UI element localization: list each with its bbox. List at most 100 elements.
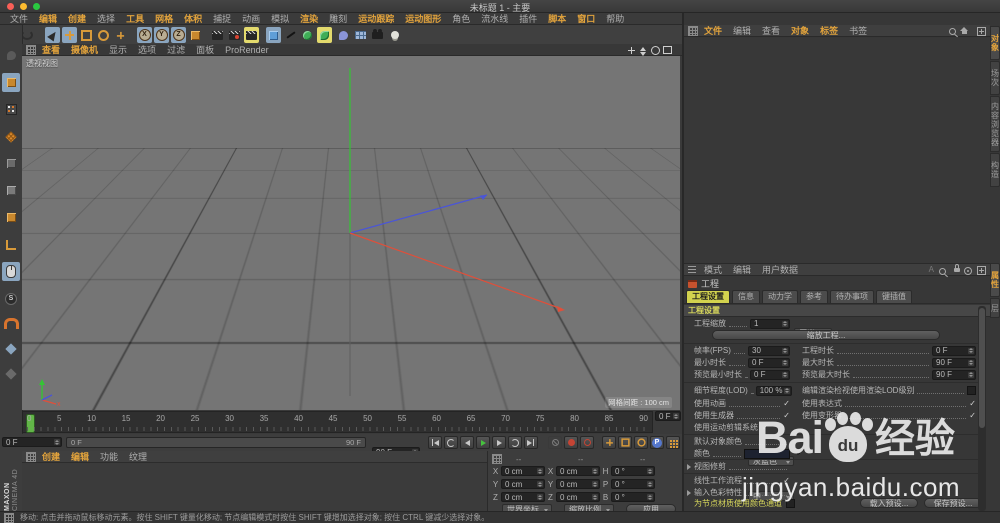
play-button[interactable] [476,436,490,449]
om-menu-objects[interactable]: 对象 [791,24,809,37]
light-icon[interactable] [387,27,402,43]
mat-menu-create[interactable]: 创建 [42,450,60,463]
pos-z-field[interactable]: 0 cm [501,492,545,502]
side-tab-takes[interactable]: 场次 [990,61,1000,95]
menu-plugins[interactable]: 插件 [519,12,537,25]
viewport-panel-icon[interactable] [26,44,36,55]
render-picture-viewer-icon[interactable] [227,27,242,43]
node-color-checkbox[interactable] [786,499,795,508]
input-profile-expander[interactable] [687,490,691,496]
side-tab-structure[interactable]: 构造 [990,153,1000,187]
tab-referencing[interactable]: 参考 [800,290,828,303]
mat-menu-function[interactable]: 功能 [100,450,118,463]
add-cube-icon[interactable] [266,27,281,43]
use-expressions-check[interactable]: ✓ [969,399,976,408]
side-tab-content-browser[interactable]: 内容浏览器 [990,96,1000,152]
menu-select[interactable]: 选择 [97,12,115,25]
menu-simulate[interactable]: 模拟 [271,12,289,25]
menu-render[interactable]: 渲染 [300,12,318,25]
tab-project-settings[interactable]: 工程设置 [686,290,730,303]
rot-h-field[interactable]: 0 ° [611,466,655,476]
menu-edit[interactable]: 编辑 [39,12,57,25]
menu-window[interactable]: 窗口 [577,12,595,25]
save-preset-button[interactable]: 保存预设... [924,498,982,508]
max-time-field[interactable]: 90 F [932,357,976,368]
environment-icon[interactable] [353,27,368,43]
viewport-pan-icon[interactable] [626,45,636,55]
lock-x-axis-icon[interactable]: X [137,27,152,43]
key-pla-toggle[interactable] [666,436,680,449]
color-swatch[interactable] [744,448,790,459]
project-length-field[interactable]: 0 F [932,345,976,356]
attribute-scrollbar[interactable] [978,306,986,511]
am-target-icon[interactable] [964,267,972,275]
use-motion-system-check[interactable]: ✓ [762,423,769,432]
last-tool-icon[interactable] [113,27,128,43]
object-manager-list[interactable] [684,38,990,263]
loop-button[interactable] [508,436,522,449]
menu-help[interactable]: 帮助 [606,12,624,25]
key-scale-toggle[interactable] [618,436,632,449]
menu-sculpt[interactable]: 雕刻 [329,12,347,25]
om-menu-edit[interactable]: 编辑 [733,24,751,37]
timeline-ruler[interactable]: 0 5 10 15 20 25 30 35 40 45 50 55 60 65 70 75 80 85 … [22,411,653,433]
fps-field[interactable]: 30 [748,345,790,356]
move-tool-icon[interactable] [62,27,77,43]
am-menu-edit[interactable]: 编辑 [733,263,751,276]
workplane-mode-icon[interactable] [2,127,20,146]
vp-menu-panel[interactable]: 面板 [196,43,214,56]
pos-x-field[interactable]: 0 cm [501,466,545,476]
record-keyframe-button[interactable] [564,436,578,449]
scale-tool-icon[interactable] [79,27,94,43]
size-z-field[interactable]: 0 cm [556,492,600,502]
mat-menu-texture[interactable]: 纹理 [129,450,147,463]
am-search-icon[interactable] [939,268,946,275]
next-frame-button[interactable] [492,436,506,449]
om-add-icon[interactable] [977,27,986,36]
pen-spline-icon[interactable] [283,27,298,43]
pos-y-field[interactable]: 0 cm [501,479,545,489]
play-backwards-button[interactable] [444,436,458,449]
mat-menu-edit[interactable]: 编辑 [71,450,89,463]
viewport-solo-icon[interactable] [2,262,20,281]
key-rotation-toggle[interactable] [634,436,648,449]
menu-script[interactable]: 脚本 [548,12,566,25]
preview-max-field[interactable]: 90 F [932,369,976,380]
om-menu-file[interactable]: 文件 [704,24,722,37]
goto-end-button[interactable] [524,436,538,449]
size-y-field[interactable]: 0 cm [556,479,600,489]
coords-header-size[interactable]: -- [578,455,626,464]
preview-min-field[interactable]: 0 F [750,369,790,380]
side-tab-objects[interactable]: 对象 [990,26,1000,60]
modifiers-icon[interactable] [317,27,332,43]
menu-pipeline[interactable]: 流水线 [481,12,508,25]
om-search-icon[interactable] [949,28,956,35]
om-panel-icon[interactable] [688,25,698,36]
autokey-button[interactable] [580,436,594,449]
camera-icon[interactable] [370,27,385,43]
am-menu-mode[interactable]: 模式 [704,263,722,276]
model-mode-icon[interactable] [2,73,20,92]
frame-range-slider[interactable]: 0 F 90 F [66,437,366,448]
edges-mode-icon[interactable] [2,181,20,200]
use-generators-check[interactable]: ✓ [783,411,790,420]
project-scale-field[interactable]: 1 [750,318,790,329]
coordinate-system-icon[interactable] [188,27,203,43]
om-menu-bookmarks[interactable]: 书签 [849,24,867,37]
lod-field[interactable]: 100 % [755,385,793,396]
lock-z-axis-icon[interactable]: Z [171,27,186,43]
magnet-icon[interactable] [2,314,20,333]
vp-menu-display[interactable]: 显示 [109,43,127,56]
snap-icon[interactable]: S [2,289,20,308]
scale-project-button[interactable]: 缩放工程... [712,330,940,340]
make-editable-icon[interactable] [2,46,20,65]
workplane-sync-icon[interactable] [2,364,20,383]
linear-workflow-check[interactable]: ✓ [783,476,790,485]
coords-panel-icon[interactable] [492,454,502,464]
material-panel-icon[interactable] [26,451,36,462]
menu-snap[interactable]: 捕捉 [213,12,231,25]
selected-object-row[interactable]: 工程 [684,277,990,290]
menu-character[interactable]: 角色 [452,12,470,25]
deformer-icon[interactable] [336,27,351,43]
menu-mesh[interactable]: 网格 [155,12,173,25]
